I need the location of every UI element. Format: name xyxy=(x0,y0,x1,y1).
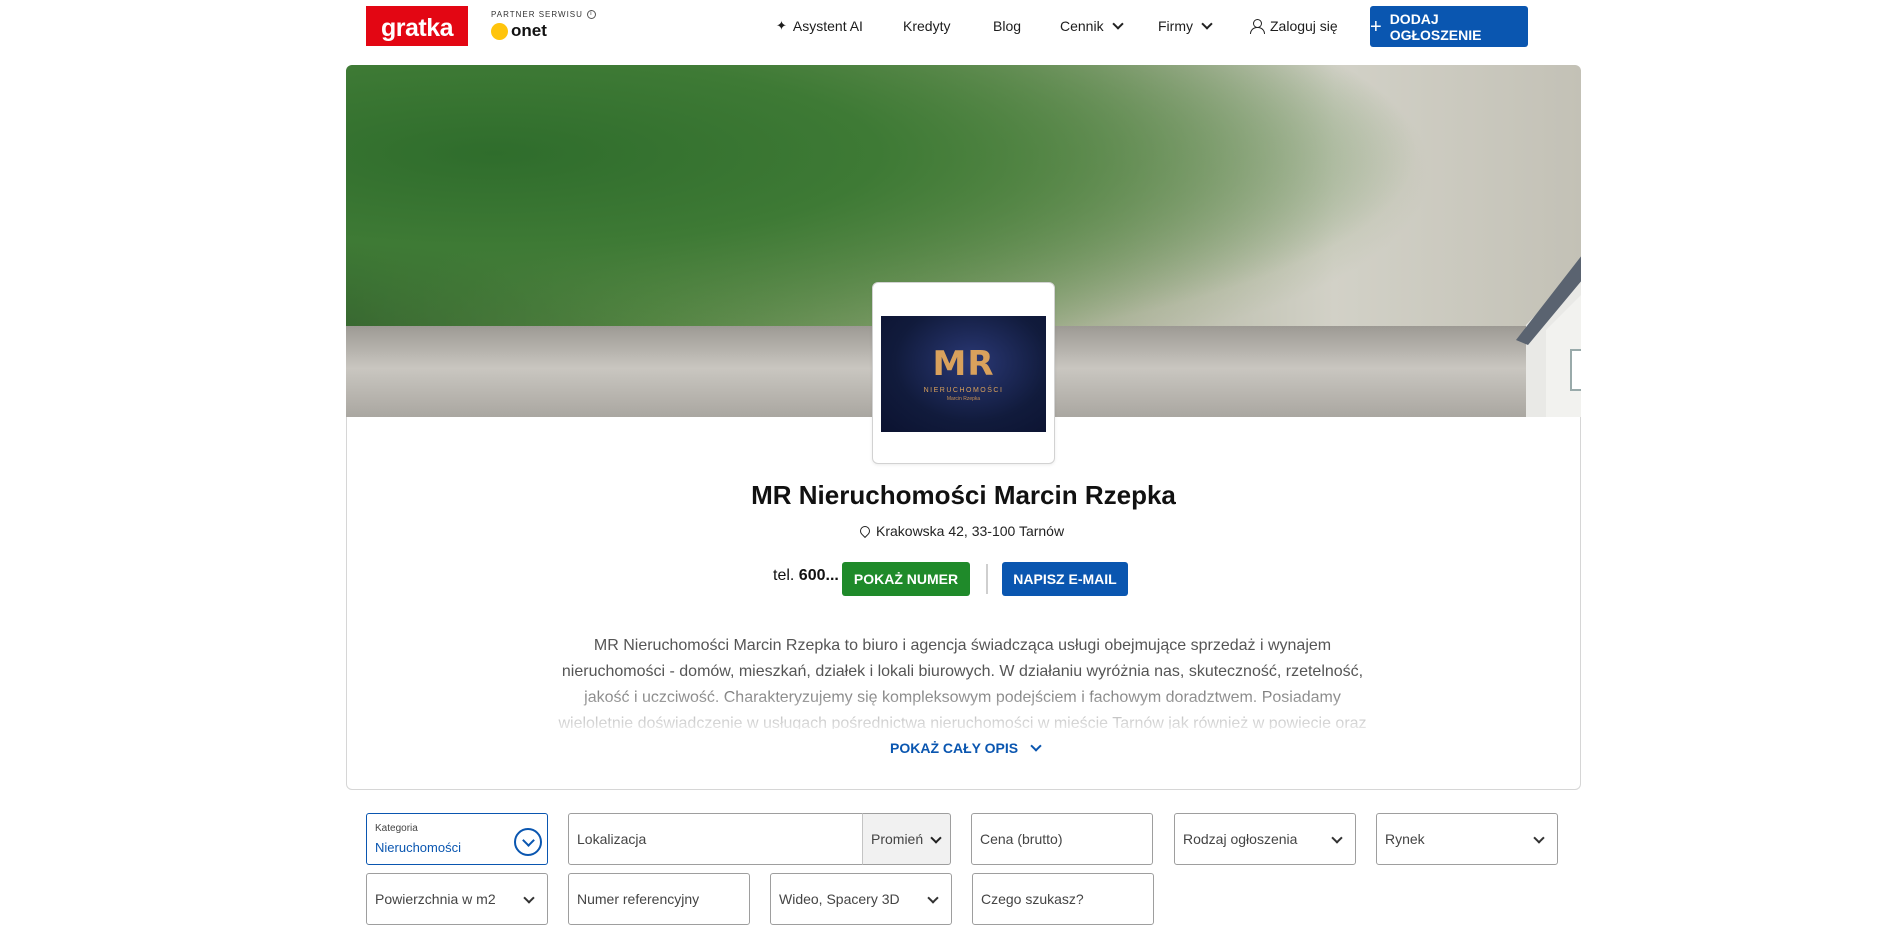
logo-mark: MR xyxy=(932,343,995,384)
onet-logo: onet xyxy=(491,21,596,41)
phone-number: tel. 600... xyxy=(773,567,839,584)
profile-card xyxy=(346,417,1581,790)
company-logo: MR NIERUCHOMOŚCI Marcin Rzepka xyxy=(881,316,1046,432)
location-input[interactable]: Lokalizacja xyxy=(568,813,864,865)
nav-assistant-ai[interactable]: ✦ Asystent AI xyxy=(776,14,863,38)
onet-dot-icon xyxy=(491,22,508,40)
chevron-down-icon xyxy=(514,828,542,856)
site-header: gratka PARTNER SERWISU i onet ✦ Asystent… xyxy=(0,0,1903,52)
company-description: MR Nieruchomości Marcin Rzepka to biuro … xyxy=(558,637,1367,729)
chevron-down-icon xyxy=(927,892,939,904)
page: gratka PARTNER SERWISU i onet ✦ Asystent… xyxy=(0,0,1903,926)
company-logo-frame: MR NIERUCHOMOŚCI Marcin Rzepka xyxy=(872,282,1055,464)
house-illustration xyxy=(1516,256,1581,418)
user-icon xyxy=(1250,19,1265,34)
chevron-down-icon xyxy=(1533,832,1545,844)
company-address: Krakowska 42, 33-100 Tarnów xyxy=(857,523,1064,539)
company-name: MR Nieruchomości Marcin Rzepka xyxy=(751,480,1176,510)
chevron-down-icon xyxy=(1201,17,1213,30)
logo-text: NIERUCHOMOŚCI xyxy=(923,386,1004,394)
gratka-logo[interactable]: gratka xyxy=(366,6,468,46)
nav-pricing[interactable]: Cennik xyxy=(1060,14,1124,38)
divider xyxy=(986,564,988,594)
chevron-down-icon xyxy=(930,832,942,844)
partner-name: onet xyxy=(511,21,547,40)
show-number-button[interactable]: POKAŻ NUMER xyxy=(842,562,970,596)
nav-login[interactable]: Zaloguj się xyxy=(1250,14,1338,38)
video-select[interactable]: Wideo, Spacery 3D xyxy=(770,873,952,925)
logo-subtext: Marcin Rzepka xyxy=(946,395,981,402)
chevron-down-icon xyxy=(523,892,535,904)
info-icon[interactable]: i xyxy=(586,10,596,19)
partner-label: PARTNER SERWISU xyxy=(491,10,583,19)
nav-companies[interactable]: Firmy xyxy=(1158,14,1213,38)
write-email-button[interactable]: NAPISZ E-MAIL xyxy=(1002,562,1128,596)
price-input[interactable]: Cena (brutto) xyxy=(971,813,1153,865)
show-full-description-button[interactable]: POKAŻ CAŁY OPIS xyxy=(890,739,1042,756)
category-value: Nieruchomości xyxy=(375,840,461,855)
listing-type-select[interactable]: Rodzaj ogłoszenia xyxy=(1174,813,1356,865)
nav-blog[interactable]: Blog xyxy=(993,14,1021,38)
category-label: Kategoria xyxy=(375,823,418,834)
chevron-down-icon xyxy=(1331,832,1343,844)
location-pin-icon xyxy=(857,523,873,539)
plus-icon: + xyxy=(1370,15,1382,38)
chevron-down-icon xyxy=(1030,739,1042,752)
partner-badge: PARTNER SERWISU i onet xyxy=(491,10,596,41)
keyword-input[interactable]: Czego szukasz? xyxy=(972,873,1154,925)
sparkle-icon: ✦ xyxy=(776,18,787,33)
reference-number-input[interactable]: Numer referencyjny xyxy=(568,873,750,925)
market-select[interactable]: Rynek xyxy=(1376,813,1558,865)
nav-credits[interactable]: Kredyty xyxy=(903,14,950,38)
chevron-down-icon xyxy=(1111,17,1124,30)
radius-select[interactable]: Promień xyxy=(862,813,951,865)
add-listing-button[interactable]: + DODAJ OGŁOSZENIE xyxy=(1370,6,1528,47)
category-select[interactable]: Kategoria Nieruchomości xyxy=(366,813,548,865)
area-select[interactable]: Powierzchnia w m2 xyxy=(366,873,548,925)
